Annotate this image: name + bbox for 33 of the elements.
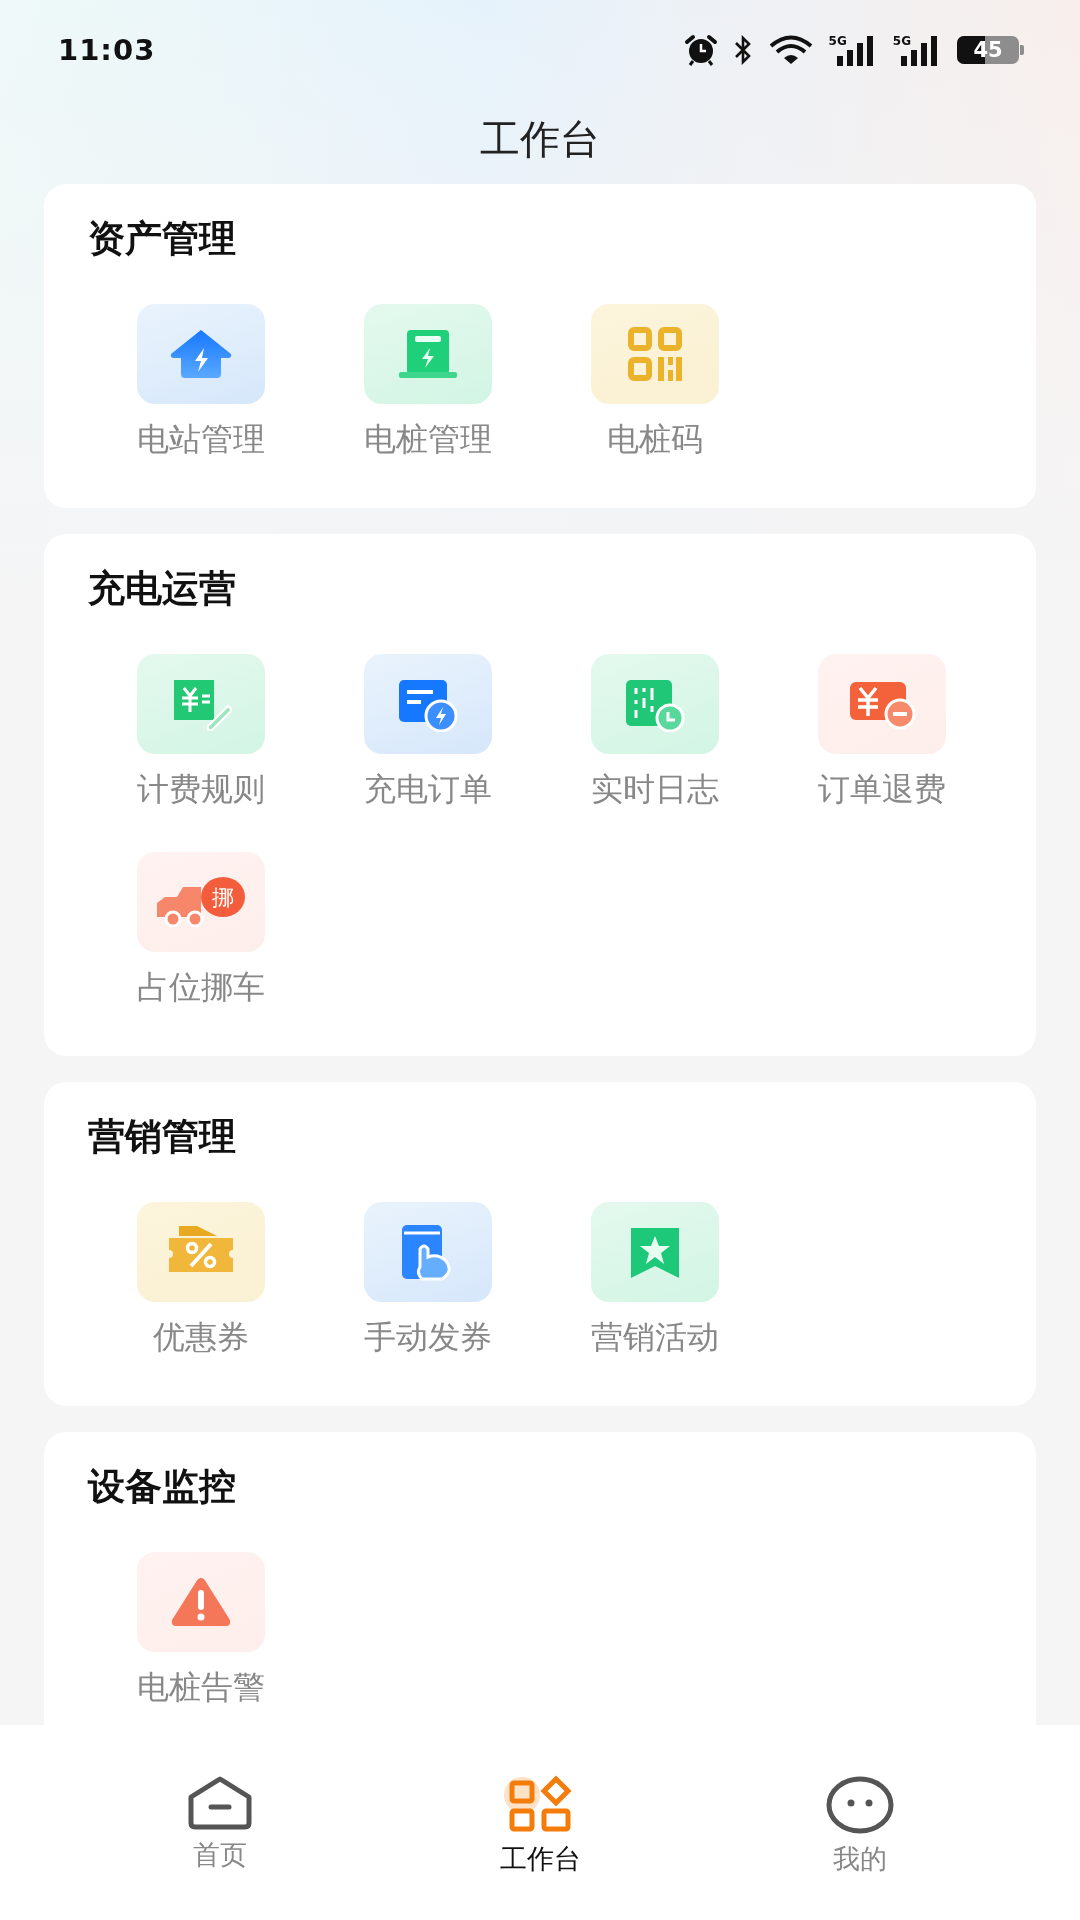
nav-tab[interactable]: 工作台 [380,1725,700,1920]
warning-icon [169,1576,232,1628]
smile-face-icon [825,1775,895,1835]
section-title: 充电运营 [88,566,237,612]
tool-item[interactable]: 实时日志 [541,654,768,810]
badge-bubble [200,877,245,917]
house-bolt-icon [168,328,233,380]
bluetooth-icon [732,35,753,65]
tool-item[interactable]: 电桩告警 [87,1552,314,1708]
tool-item[interactable]: 订单退费 [768,654,995,810]
tool-item[interactable]: 挪 占位挪车 [87,852,314,1008]
network-label: 5G [892,34,911,48]
charger-icon [396,328,459,380]
section-title: 营销管理 [88,1114,237,1160]
badge-text: 挪 [211,885,234,910]
qr-code-icon [626,326,683,382]
nav-tab[interactable]: 我的 [700,1725,1020,1920]
tool-item[interactable]: 电桩码 [541,304,768,460]
tool-item[interactable]: 手动发券 [314,1202,541,1358]
nav-tab[interactable]: 首页 [60,1725,380,1920]
alarm-icon [682,34,719,66]
tool-item[interactable]: 电站管理 [87,304,314,460]
tool-item[interactable]: 营销活动 [541,1202,768,1358]
status-time: 11:03 [58,33,156,67]
section-title: 设备监控 [88,1464,237,1510]
truck-icon [156,887,203,928]
tool-item[interactable]: 计费规则 [87,654,314,810]
section-title: 资产管理 [88,216,237,262]
tool-item[interactable]: 充电订单 [314,654,541,810]
network-label: 5G [828,34,847,48]
page-title: 工作台 [479,115,601,164]
tool-item[interactable]: 电桩管理 [314,304,541,460]
tool-item[interactable]: 优惠券 [87,1202,314,1358]
